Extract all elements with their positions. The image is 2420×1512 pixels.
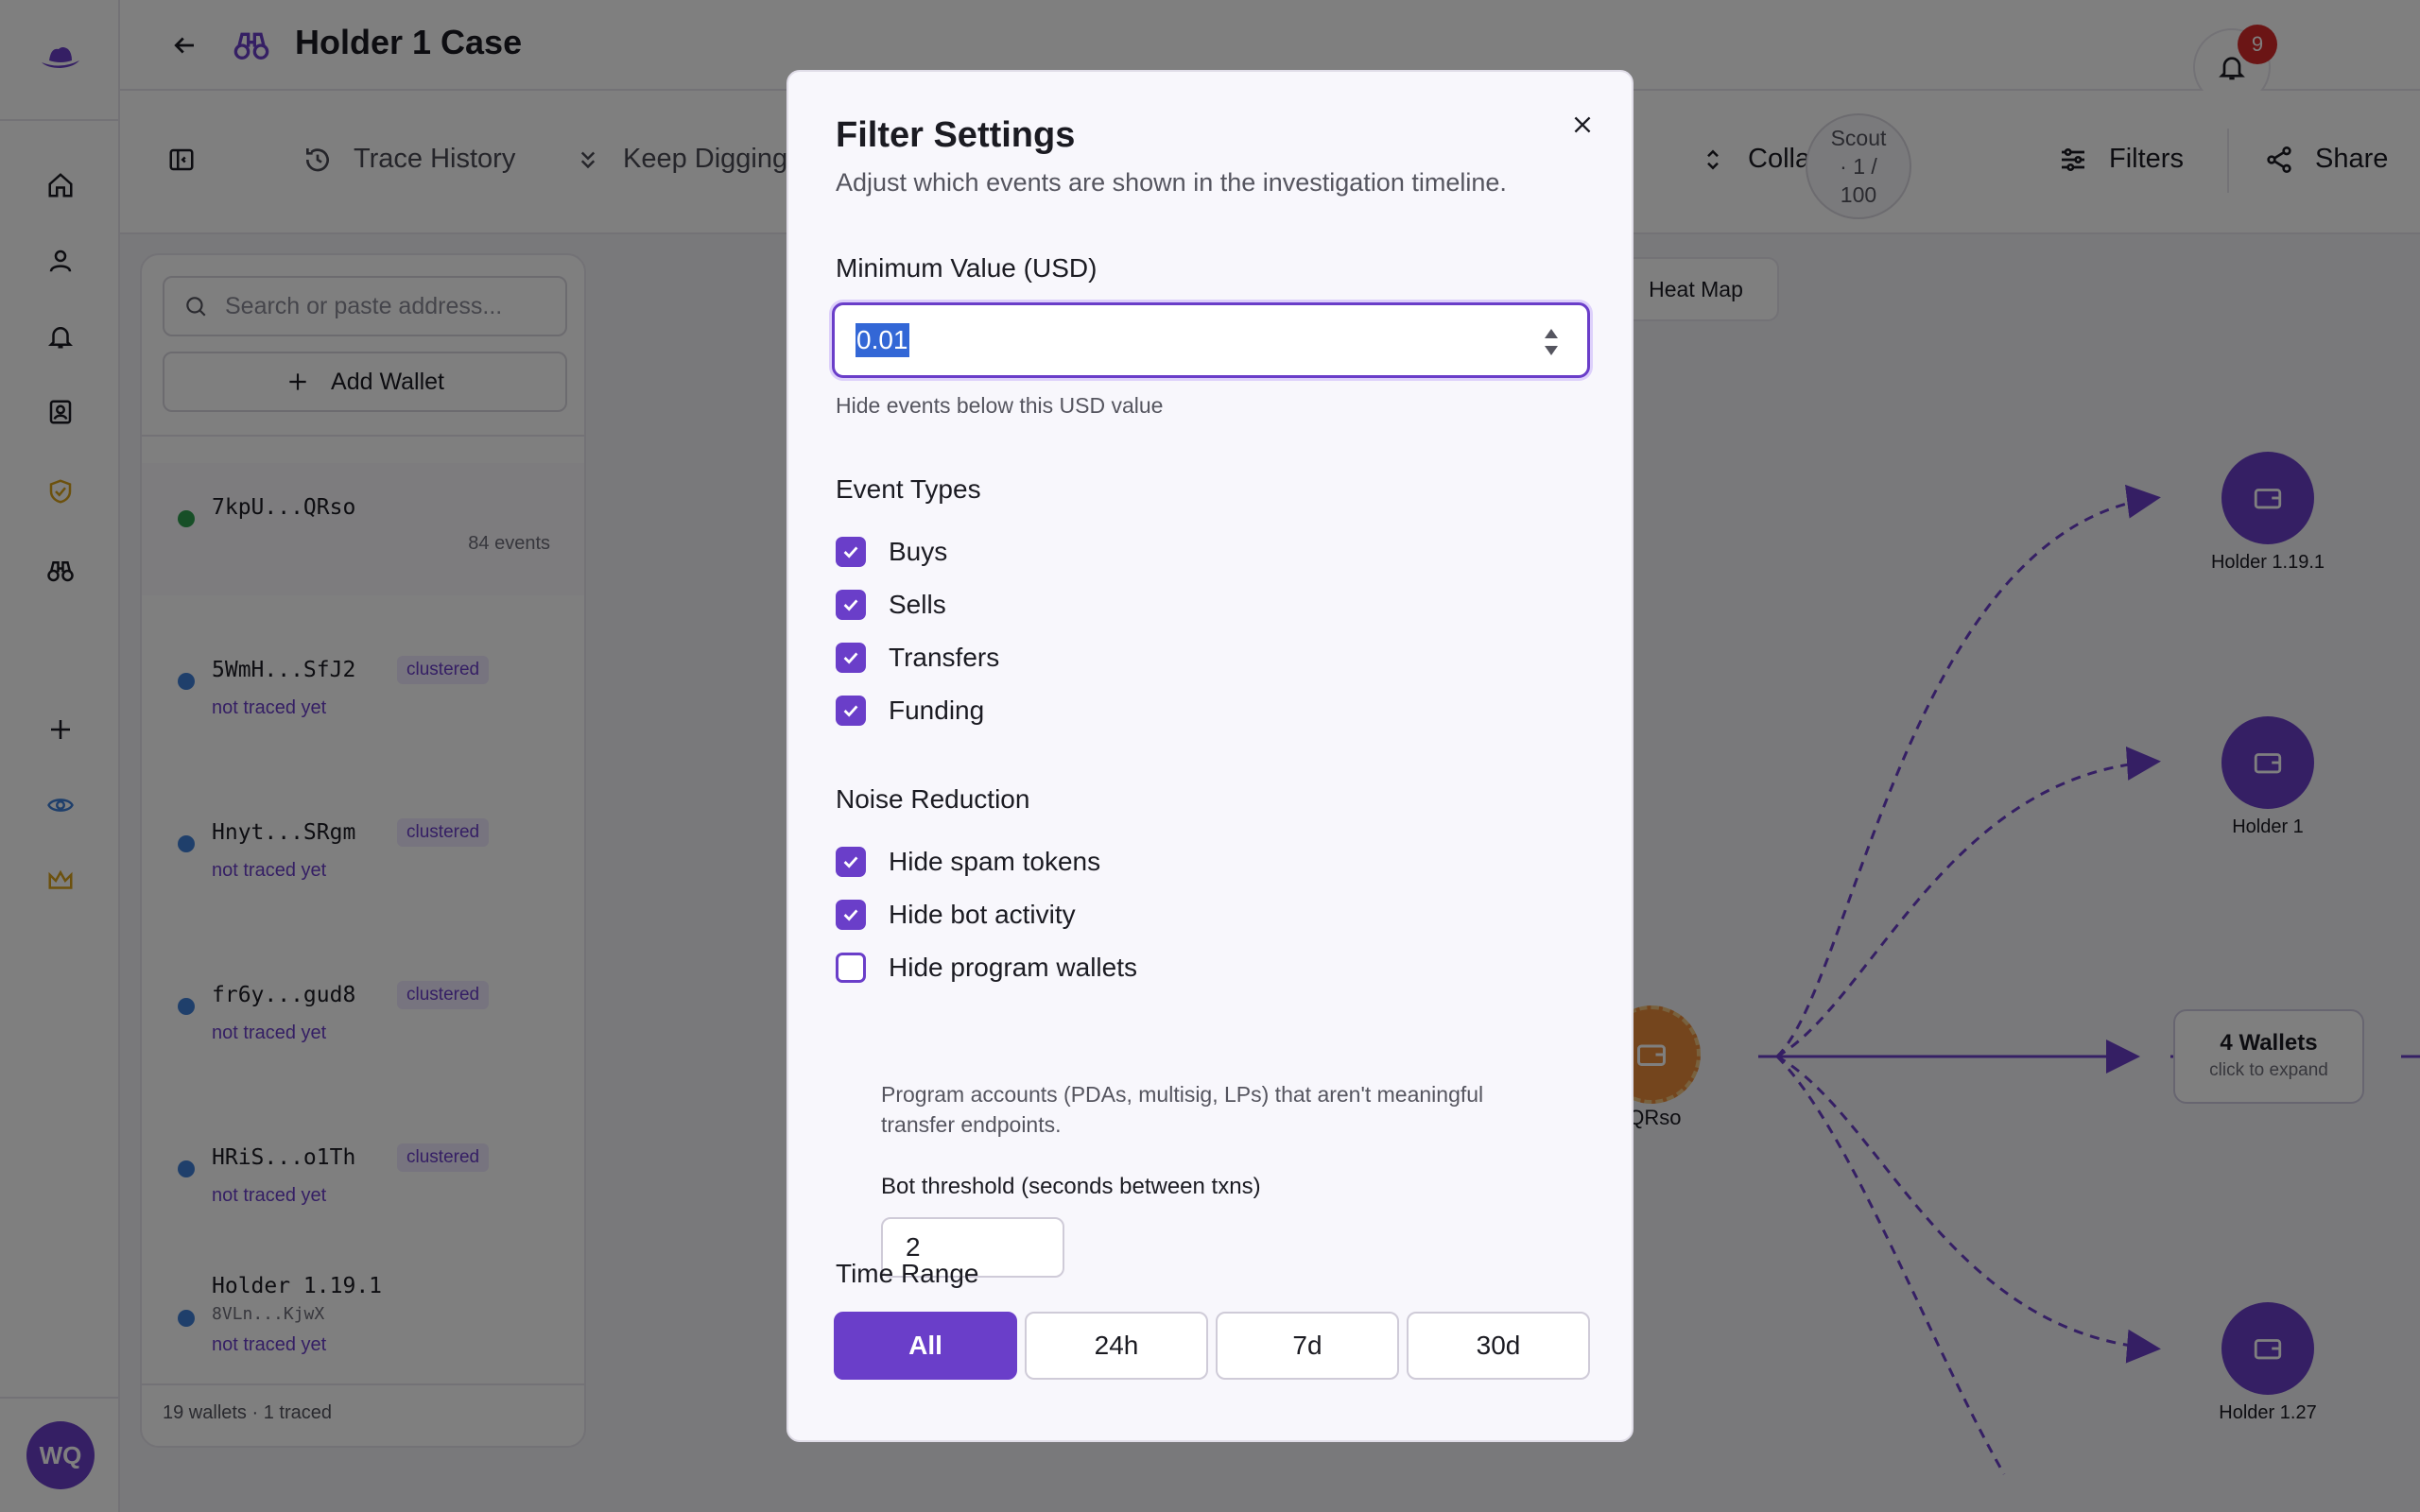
filter-settings-dialog: Filter Settings Adjust which events are … [786,70,1634,1442]
time-range-7d-button[interactable]: 7d [1216,1312,1399,1380]
checkbox-label: Hide program wallets [889,953,1137,982]
check-icon [843,652,858,664]
time-range-24h-button[interactable]: 24h [1025,1312,1208,1380]
min-value-text: 0.01 [856,323,909,357]
checkbox-label: Sells [889,590,946,619]
checkbox-transfers[interactable]: Transfers [836,643,999,673]
event-types-label: Event Types [836,474,981,504]
checkbox[interactable] [836,696,866,726]
number-stepper-icon[interactable] [1542,324,1561,360]
checkbox-label: Hide bot activity [889,900,1076,929]
dialog-title: Filter Settings [836,115,1076,155]
checkbox-hide-spam[interactable]: Hide spam tokens [836,847,1100,877]
checkbox-buys[interactable]: Buys [836,537,947,567]
dialog-description: Adjust which events are shown in the inv… [836,168,1507,197]
checkbox-funding[interactable]: Funding [836,696,984,726]
checkbox-label: Funding [889,696,985,725]
check-icon [843,546,858,558]
checkbox[interactable] [836,953,866,983]
checkbox[interactable] [836,590,866,620]
noise-reduction-label: Noise Reduction [836,784,1030,814]
checkbox-label: Hide spam tokens [889,847,1101,876]
program-wallets-note: Program accounts (PDAs, multisig, LPs) t… [881,1082,1484,1137]
checkbox[interactable] [836,643,866,673]
min-value-hint: Hide events below this USD value [836,393,1164,418]
checkbox[interactable] [836,537,866,567]
checkbox-label: Transfers [889,643,1000,672]
checkbox-sells[interactable]: Sells [836,590,946,620]
close-button[interactable] [1562,104,1603,146]
time-range-label: Time Range [836,1259,979,1288]
check-icon [843,909,858,921]
checkbox[interactable] [836,847,866,877]
check-icon [843,599,858,611]
checkbox[interactable] [836,900,866,930]
check-icon [843,856,858,868]
min-value-input[interactable]: 0.01 [832,302,1590,378]
check-icon [843,705,858,717]
min-value-label: Minimum Value (USD) [836,253,1098,283]
checkbox-hide-bot[interactable]: Hide bot activity [836,900,1076,930]
time-range-30d-button[interactable]: 30d [1407,1312,1590,1380]
time-range-all-button[interactable]: All [834,1312,1017,1380]
checkbox-hide-program-wallets[interactable]: Hide program wallets [836,953,1137,983]
checkbox-label: Buys [889,537,948,566]
close-icon [1574,116,1591,133]
bot-threshold-label: Bot threshold (seconds between txns) [881,1174,1261,1199]
